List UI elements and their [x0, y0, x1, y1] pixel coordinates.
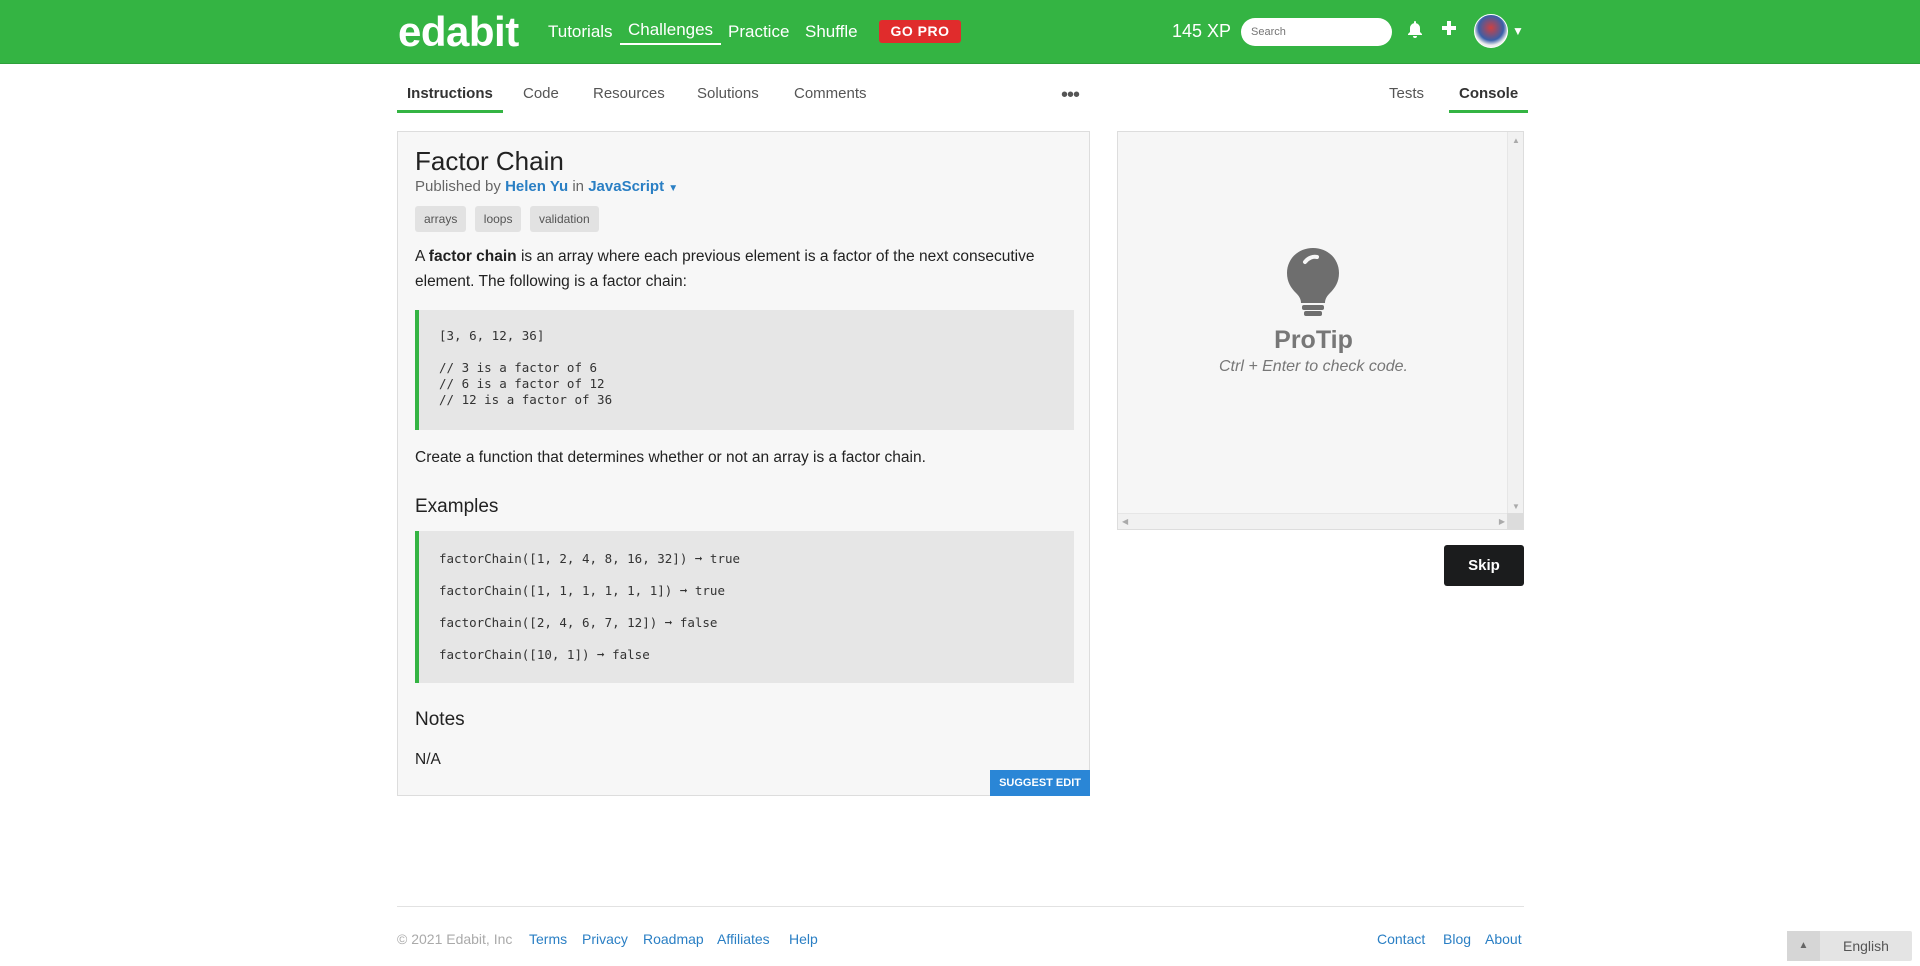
footer-link-contact[interactable]: Contact [1377, 931, 1425, 947]
tab-code[interactable]: Code [523, 85, 559, 102]
footer-link-roadmap[interactable]: Roadmap [643, 931, 704, 947]
nav-challenges[interactable]: Challenges [620, 20, 722, 45]
scroll-down-icon[interactable]: ▼ [1512, 502, 1520, 511]
copyright: © 2021 Edabit, Inc [397, 931, 513, 947]
footer-link-terms[interactable]: Terms [529, 931, 567, 947]
tab-solutions[interactable]: Solutions [697, 85, 759, 102]
horizontal-scrollbar[interactable]: ◀ ▶ [1118, 513, 1509, 529]
top-navbar: edabit Tutorials Challenges Practice Shu… [0, 0, 1920, 64]
notes-heading: Notes [415, 709, 465, 730]
nav-practice[interactable]: Practice [728, 22, 789, 42]
examples-heading: Examples [415, 496, 499, 517]
search-input[interactable] [1241, 18, 1392, 46]
language-selector[interactable]: ▲ English [1787, 931, 1912, 961]
footer-divider [397, 906, 1524, 907]
challenge-title: Factor Chain [415, 146, 564, 176]
author-link[interactable]: Helen Yu [505, 178, 568, 195]
edabit-logo[interactable]: edabit [398, 8, 519, 56]
factor-chain-code-block: [3, 6, 12, 36] // 3 is a factor of 6 // … [415, 310, 1074, 430]
caret-down-icon: ▼ [668, 183, 679, 194]
intro-paragraph: A factor chain is an array where each pr… [415, 248, 1035, 290]
bell-icon[interactable] [1407, 20, 1423, 43]
skip-button[interactable]: Skip [1444, 545, 1524, 586]
tag-loops[interactable]: loops [474, 206, 522, 232]
tab-instructions[interactable]: Instructions [397, 85, 503, 113]
tab-tests[interactable]: Tests [1389, 85, 1424, 102]
scroll-left-icon[interactable]: ◀ [1122, 517, 1128, 526]
protip-title: ProTip [1274, 326, 1353, 354]
more-options-icon[interactable]: ••• [1061, 84, 1080, 107]
language-label: English [1843, 938, 1889, 954]
suggest-edit-button[interactable]: SUGGEST EDIT [990, 770, 1090, 796]
examples-code-block: factorChain([1, 2, 4, 8, 16, 32]) ➞ true… [415, 531, 1074, 683]
notes-text: N/A [415, 751, 441, 768]
tab-console[interactable]: Console [1449, 85, 1529, 113]
scroll-right-icon[interactable]: ▶ [1499, 517, 1505, 526]
go-pro-button[interactable]: GO PRO [879, 20, 961, 43]
footer-link-privacy[interactable]: Privacy [582, 931, 628, 947]
caret-up-icon[interactable]: ▲ [1787, 931, 1820, 961]
lightbulb-icon [1283, 246, 1343, 323]
plus-icon[interactable] [1441, 20, 1457, 41]
footer-link-affiliates[interactable]: Affiliates [717, 931, 770, 947]
task-paragraph: Create a function that determines whethe… [415, 449, 926, 466]
nav-tutorials[interactable]: Tutorials [548, 22, 613, 42]
byline: Published by Helen Yu in JavaScript ▼ [415, 178, 679, 195]
tag-list: arrays loops validation [415, 206, 603, 232]
footer-link-about[interactable]: About [1485, 931, 1522, 947]
tab-resources[interactable]: Resources [593, 85, 665, 102]
footer-link-blog[interactable]: Blog [1443, 931, 1471, 947]
footer-link-help[interactable]: Help [789, 931, 818, 947]
chevron-down-icon[interactable]: ▼ [1512, 24, 1524, 38]
vertical-scrollbar[interactable]: ▲ ▼ [1507, 132, 1523, 515]
tag-validation[interactable]: validation [529, 206, 599, 232]
instructions-panel: Factor Chain Published by Helen Yu in Ja… [397, 131, 1090, 796]
scrollbar-corner [1507, 513, 1523, 529]
language-dropdown[interactable]: JavaScript ▼ [588, 178, 678, 195]
tag-arrays[interactable]: arrays [415, 206, 467, 232]
scroll-up-icon[interactable]: ▲ [1512, 136, 1520, 145]
tab-comments[interactable]: Comments [794, 85, 867, 102]
protip-text: Ctrl + Enter to check code. [1219, 358, 1408, 375]
console-panel: ProTip Ctrl + Enter to check code. ▲ ▼ ◀… [1117, 131, 1524, 530]
nav-shuffle[interactable]: Shuffle [805, 22, 858, 42]
avatar[interactable] [1474, 14, 1508, 48]
xp-counter: 145 XP [1172, 21, 1232, 41]
